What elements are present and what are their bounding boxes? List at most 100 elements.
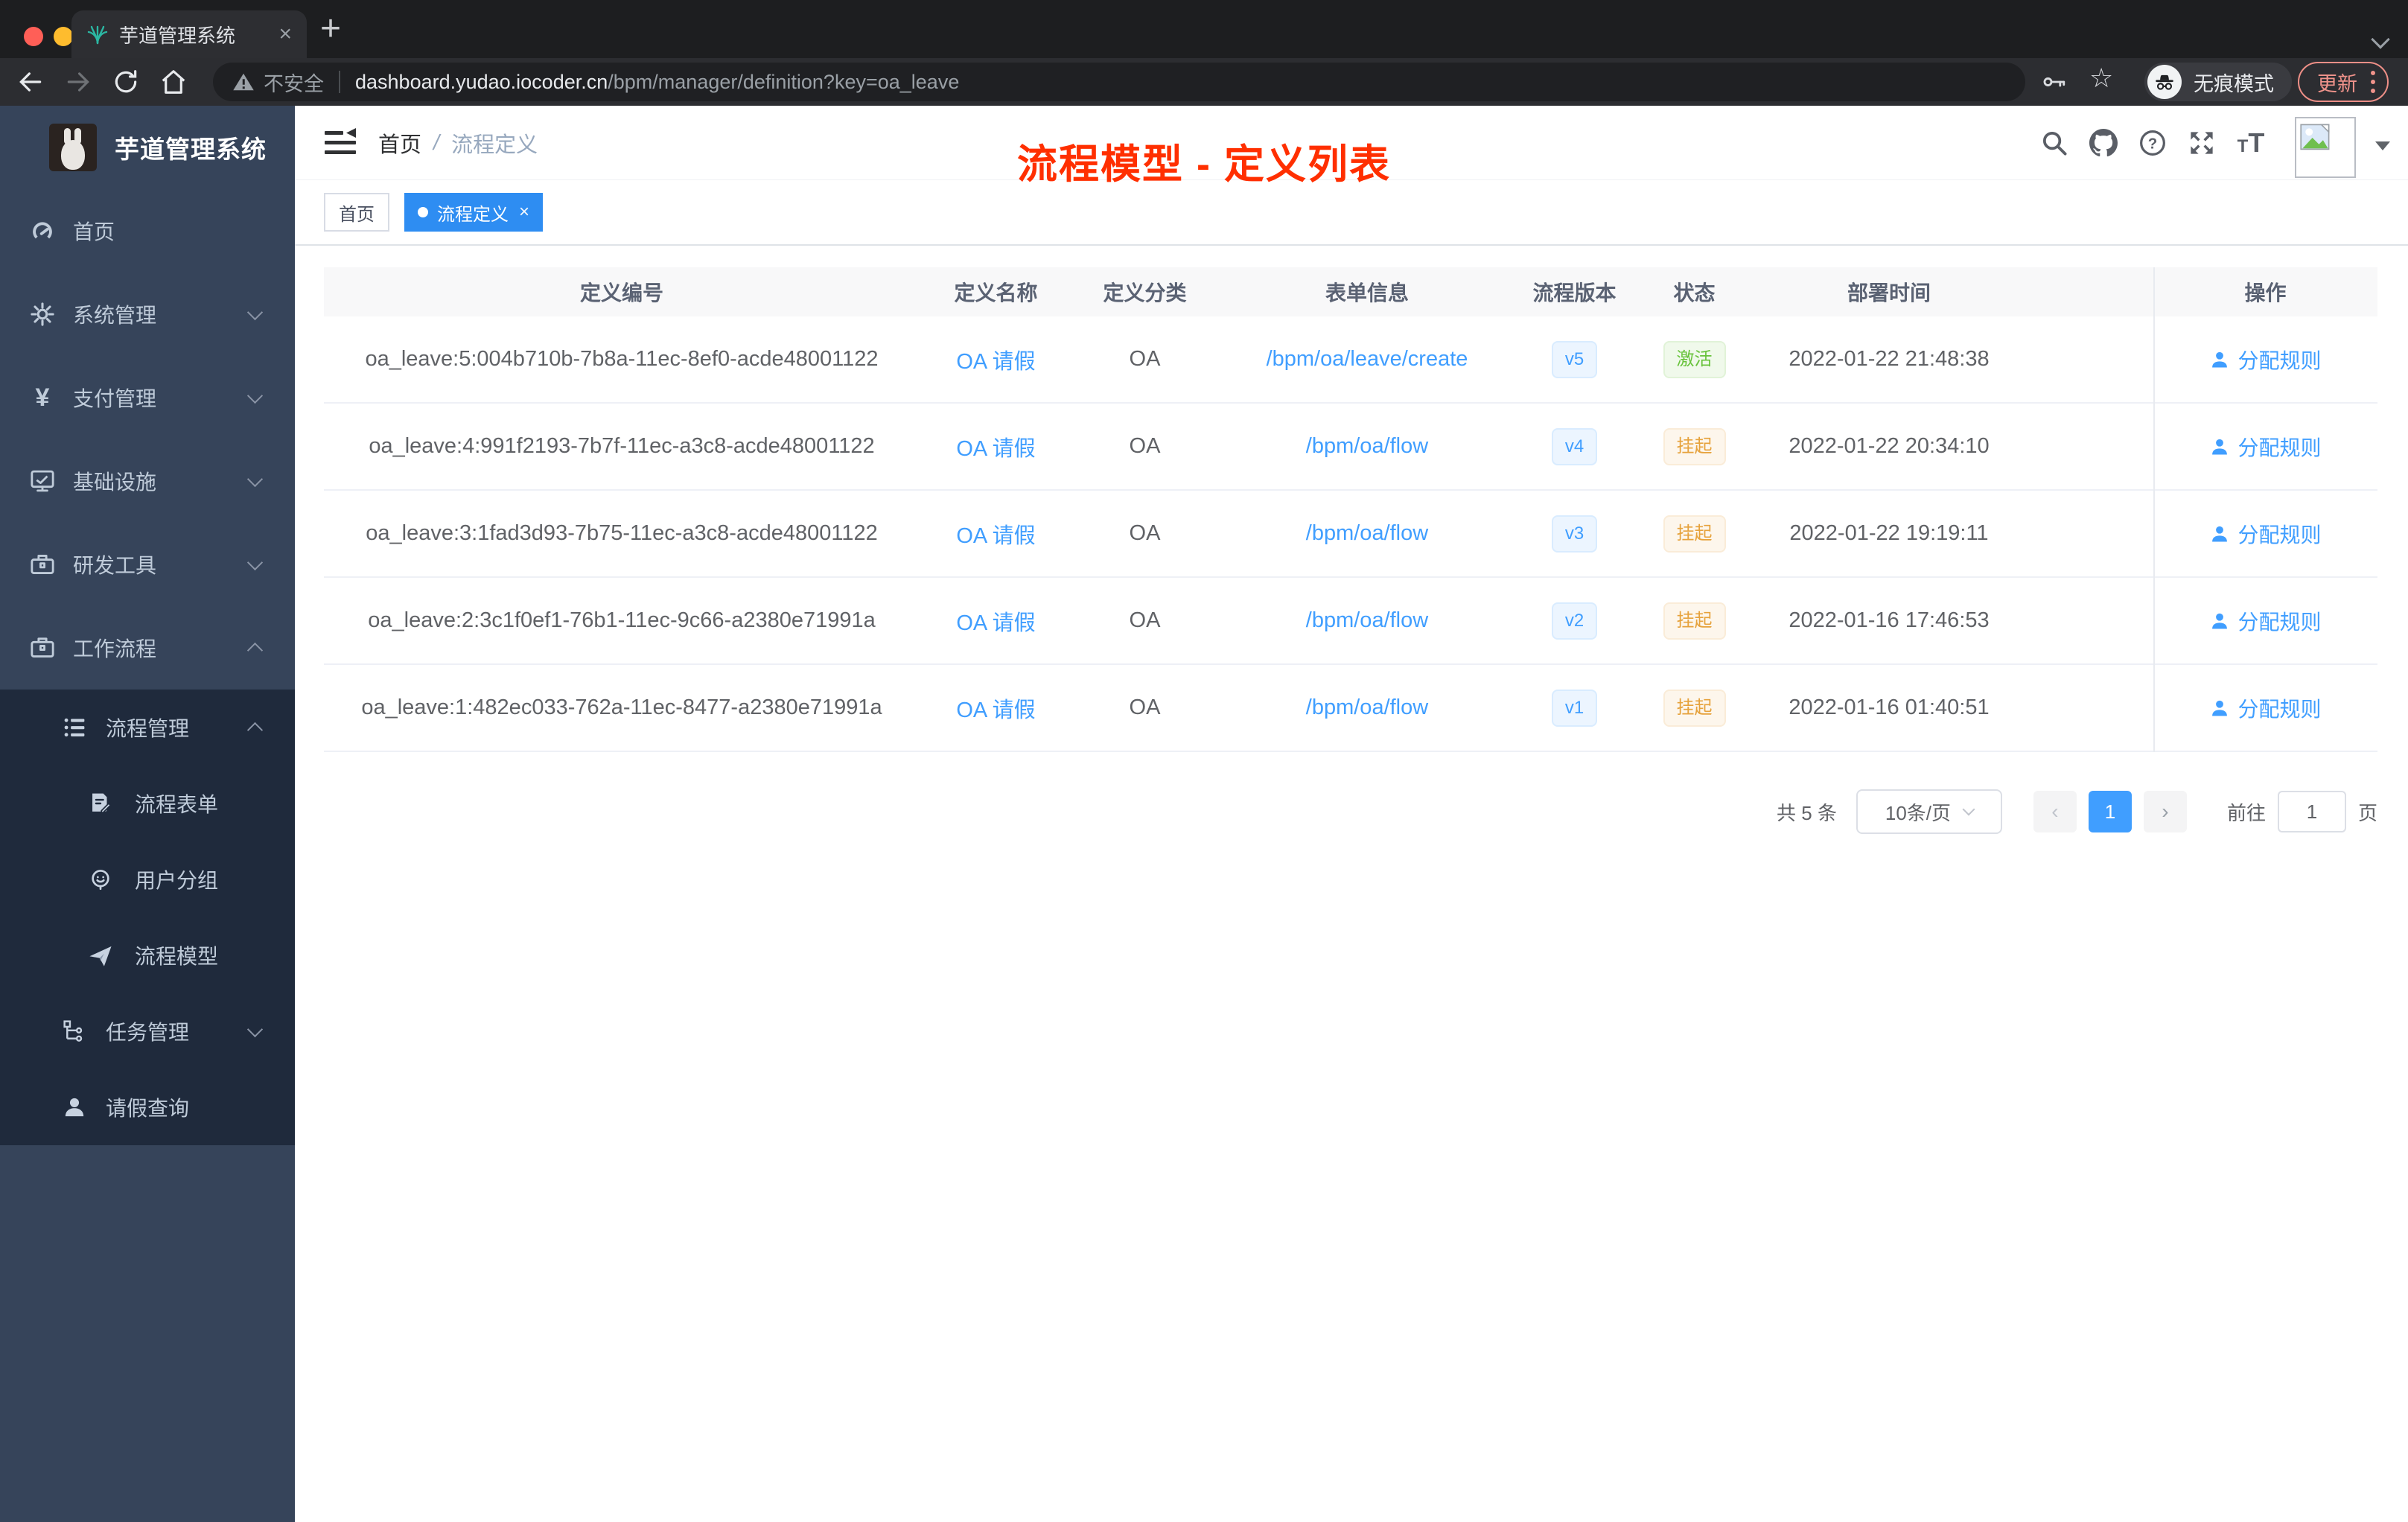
gear-icon	[28, 301, 57, 328]
version-badge: v2	[1551, 602, 1598, 640]
assign-rule-button[interactable]: 分配规则	[2209, 345, 2322, 375]
sidebar-item-system[interactable]: 系统管理	[0, 273, 295, 356]
form-link[interactable]: /bpm/oa/flow	[1306, 434, 1428, 459]
forward-button[interactable]	[64, 68, 92, 96]
status-badge: 挂起	[1663, 515, 1726, 553]
omnibox-divider	[339, 71, 340, 93]
chevron-down-icon	[246, 471, 264, 487]
tree-nodes-icon	[60, 1019, 89, 1044]
chevron-down-icon	[246, 387, 264, 404]
assign-rule-button[interactable]: 分配规则	[2209, 432, 2322, 462]
form-link[interactable]: /bpm/oa/flow	[1306, 608, 1428, 633]
sidebar-logo[interactable]: 芋道管理系统	[0, 106, 295, 189]
back-button[interactable]	[16, 68, 45, 96]
cell-definition-id: oa_leave:3:1fad3d93-7b75-11ec-a3c8-acde4…	[366, 521, 878, 545]
sidebar-item-devtools[interactable]: 研发工具	[0, 523, 295, 606]
incognito-badge[interactable]: 无痕模式	[2144, 63, 2292, 101]
github-icon[interactable]	[2089, 128, 2118, 158]
avatar-caret-icon[interactable]	[2375, 141, 2390, 150]
sidebar: 芋道管理系统 首页 系统管理 ¥ 支付管理 基础设施 研发工具 工作流程 流程管…	[0, 106, 295, 1522]
status-badge: 激活	[1663, 340, 1726, 378]
cell-definition-id: oa_leave:2:3c1f0ef1-76b1-11ec-9c66-a2380…	[368, 608, 876, 632]
form-edit-icon	[86, 791, 115, 816]
sidebar-item-user-group[interactable]: 用户分组	[0, 841, 295, 917]
definition-name-link[interactable]: OA 请假	[956, 605, 1035, 637]
assign-rule-button[interactable]: 分配规则	[2209, 519, 2322, 549]
assign-rule-button[interactable]: 分配规则	[2209, 693, 2322, 723]
page-unit-label: 页	[2357, 801, 2377, 824]
avatar[interactable]	[2295, 117, 2356, 178]
definition-name-link[interactable]: OA 请假	[956, 518, 1035, 550]
definition-name-link[interactable]: OA 请假	[956, 431, 1035, 462]
sidebar-item-infrastructure[interactable]: 基础设施	[0, 439, 295, 523]
form-link[interactable]: /bpm/oa/leave/create	[1267, 347, 1468, 372]
form-link[interactable]: /bpm/oa/flow	[1306, 521, 1428, 546]
new-tab-button[interactable]: +	[320, 7, 341, 51]
fixed-column-divider	[2153, 267, 2155, 752]
next-page-button[interactable]: ›	[2143, 791, 2187, 832]
update-label: 更新	[2317, 72, 2357, 95]
fullscreen-icon[interactable]	[2188, 129, 2216, 157]
sidebar-item-task-management[interactable]: 任务管理	[0, 993, 295, 1069]
definition-name-link[interactable]: OA 请假	[956, 692, 1035, 724]
navbar: 首页 / 流程定义 ? T T	[295, 106, 2408, 180]
tag-home[interactable]: 首页	[324, 193, 389, 232]
browser-update-menu[interactable]: 更新	[2298, 62, 2389, 102]
cell-category: OA	[1129, 521, 1161, 545]
browser-tab[interactable]: 芋道管理系统 ×	[71, 10, 307, 58]
tab-strip: 芋道管理系统 × +	[0, 0, 2408, 58]
main-area: 首页 / 流程定义 ? T T 首页 流程定义 × 定义编号 定义名称 定义分类…	[295, 106, 2408, 1522]
bookmark-star-icon[interactable]: ☆	[2089, 63, 2113, 94]
cell-deploy-time: 2022-01-22 20:34:10	[1789, 434, 1990, 458]
page-size-select[interactable]: 10条/页	[1856, 789, 2002, 834]
font-size-icon[interactable]: TT	[2237, 127, 2265, 159]
sidebar-toggle-icon[interactable]	[323, 128, 357, 158]
svg-text:?: ?	[2148, 135, 2158, 152]
cell-definition-id: oa_leave:5:004b710b-7b8a-11ec-8ef0-acde4…	[365, 347, 879, 371]
list-tree-icon	[60, 715, 89, 740]
goto-page-input[interactable]	[2277, 791, 2346, 832]
chevron-down-icon	[1962, 803, 1975, 816]
workflow-submenu: 流程管理 流程表单 用户分组 流程模型 任务管理 请假查询	[0, 690, 295, 1145]
sidebar-item-home[interactable]: 首页	[0, 189, 295, 273]
cell-deploy-time: 2022-01-22 19:19:11	[1789, 521, 1989, 545]
pagination-total: 共 5 条	[1777, 801, 1837, 824]
prev-page-button[interactable]: ‹	[2033, 791, 2077, 832]
tab-list-chevron-icon[interactable]	[2371, 30, 2390, 49]
breadcrumb-home[interactable]: 首页	[378, 127, 421, 159]
status-badge: 挂起	[1663, 689, 1726, 727]
incognito-icon	[2147, 65, 2182, 99]
definition-table: 定义编号 定义名称 定义分类 表单信息 流程版本 状态 部署时间 操作 oa_l…	[324, 267, 2377, 752]
sidebar-item-process-model[interactable]: 流程模型	[0, 917, 295, 993]
breadcrumb-current: 流程定义	[451, 133, 538, 157]
sidebar-item-leave-query[interactable]: 请假查询	[0, 1069, 295, 1145]
assign-rule-button[interactable]: 分配规则	[2209, 606, 2322, 636]
form-link[interactable]: /bpm/oa/flow	[1306, 695, 1428, 720]
table-header: 定义编号 定义名称 定义分类 表单信息 流程版本 状态 部署时间 操作	[324, 267, 2377, 316]
table-row: oa_leave:1:482ec033-762a-11ec-8477-a2380…	[324, 665, 2377, 752]
version-badge: v4	[1551, 427, 1598, 465]
sidebar-item-process-management[interactable]: 流程管理	[0, 690, 295, 765]
address-bar[interactable]: 不安全 dashboard.yudao.iocoder.cn/bpm/manag…	[213, 63, 2025, 101]
status-badge: 挂起	[1663, 427, 1726, 465]
home-button[interactable]	[159, 68, 188, 96]
reload-button[interactable]	[112, 68, 140, 96]
definition-name-link[interactable]: OA 请假	[956, 344, 1035, 375]
password-key-icon[interactable]	[2042, 69, 2067, 95]
security-label[interactable]: 不安全	[264, 68, 324, 97]
tab-close-icon[interactable]: ×	[278, 22, 292, 47]
version-badge: v5	[1551, 340, 1598, 378]
help-icon[interactable]: ?	[2138, 129, 2167, 157]
page-number-button[interactable]: 1	[2088, 791, 2132, 832]
sidebar-item-process-form[interactable]: 流程表单	[0, 765, 295, 841]
page-content: 定义编号 定义名称 定义分类 表单信息 流程版本 状态 部署时间 操作 oa_l…	[295, 246, 2408, 834]
search-icon[interactable]	[2040, 129, 2068, 157]
sidebar-item-workflow[interactable]: 工作流程	[0, 606, 295, 690]
tag-process-definition[interactable]: 流程定义 ×	[404, 193, 544, 232]
chevron-down-icon	[246, 1021, 264, 1037]
table-row: oa_leave:2:3c1f0ef1-76b1-11ec-9c66-a2380…	[324, 578, 2377, 665]
minimize-window-button[interactable]	[54, 27, 73, 46]
sidebar-item-payment[interactable]: ¥ 支付管理	[0, 356, 295, 439]
tag-close-icon[interactable]: ×	[519, 202, 529, 223]
close-window-button[interactable]	[24, 27, 43, 46]
